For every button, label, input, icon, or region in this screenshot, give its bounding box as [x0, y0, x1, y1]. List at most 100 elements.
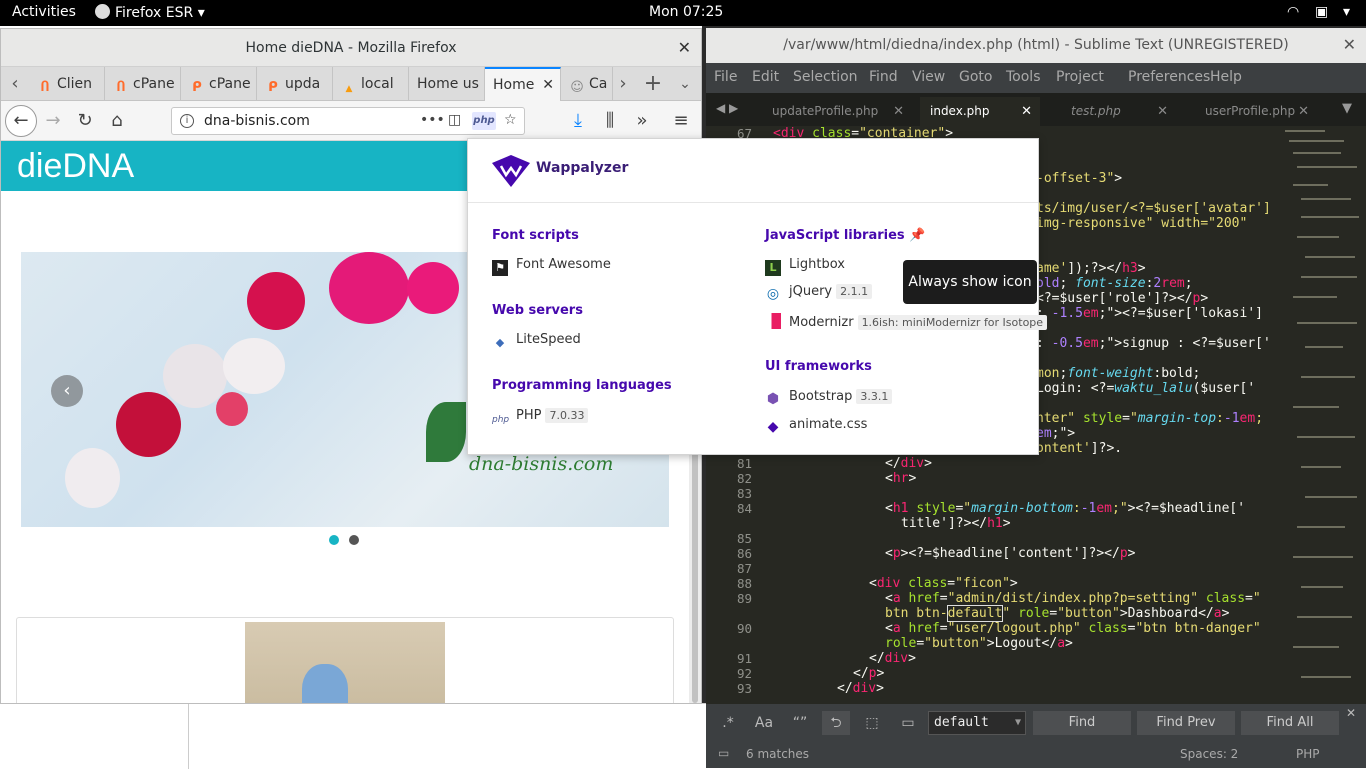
overflow-menu-icon[interactable]: »: [628, 107, 656, 135]
tab-home-active[interactable]: Home ✕: [485, 67, 561, 101]
activities-button[interactable]: Activities: [12, 4, 76, 20]
window-title: Home dieDNA - Mozilla Firefox: [245, 40, 457, 56]
close-tab-icon[interactable]: ✕: [1157, 97, 1168, 126]
tab-label: Home: [493, 77, 535, 93]
category-web-servers[interactable]: Web servers: [492, 303, 583, 318]
url-bar[interactable]: i dna-bisnis.com ••• ◫ php ☆: [171, 107, 525, 135]
menu-selection[interactable]: Selection: [793, 69, 858, 85]
new-tab-icon[interactable]: +: [641, 67, 665, 101]
tech-name: animate.css: [789, 417, 868, 432]
in-selection-toggle-icon[interactable]: ⬚: [858, 711, 886, 735]
minimap[interactable]: [1281, 126, 1361, 704]
close-tab-icon[interactable]: ✕: [1298, 97, 1309, 126]
wrap-toggle-icon[interactable]: ⮌: [822, 711, 850, 735]
tab-cpanel-2[interactable]: ᑭ cPane: [181, 67, 257, 101]
tab-update[interactable]: ᑭ upda: [257, 67, 333, 101]
page-actions-icon[interactable]: •••: [420, 112, 445, 128]
menu-edit[interactable]: Edit: [752, 69, 779, 85]
menu-tools[interactable]: Tools: [1006, 69, 1041, 85]
library-icon[interactable]: ⫼: [596, 107, 624, 135]
close-tab-icon[interactable]: ✕: [1021, 97, 1032, 126]
tab-localhost[interactable]: ▲ local: [333, 67, 409, 101]
bookmark-star-icon[interactable]: ☆: [504, 112, 517, 128]
tab-userprofile[interactable]: userProfile.php ✕: [1195, 97, 1317, 126]
jquery-icon: ◎: [766, 286, 780, 302]
menu-preferences[interactable]: Preferences: [1128, 69, 1210, 85]
wappalyzer-header: Wappalyzer: [468, 139, 1038, 203]
firefox-app-menu[interactable]: Firefox ESR ▾: [95, 4, 205, 21]
find-input[interactable]: default ▼: [928, 711, 1026, 735]
panel-toggle-icon[interactable]: ▭: [718, 746, 729, 760]
indentation-status[interactable]: Spaces: 2: [1180, 747, 1238, 761]
tab-index-active[interactable]: index.php ✕: [920, 97, 1040, 126]
case-sensitive-toggle-icon[interactable]: Aa: [750, 711, 778, 735]
list-all-tabs-icon[interactable]: ⌄: [673, 67, 697, 101]
site-info-icon[interactable]: i: [180, 114, 194, 128]
system-menu-chevron-icon[interactable]: ▾: [1343, 4, 1350, 20]
flower: [163, 344, 227, 408]
tech-modernizr[interactable]: Modernizr 1.6ish: miniModernizr for Isoto…: [765, 313, 1048, 330]
tab-nav-arrows-icon[interactable]: ◀ ▶: [716, 101, 738, 115]
menu-view[interactable]: View: [912, 69, 945, 85]
scroll-tabs-right-icon[interactable]: ›: [611, 67, 635, 101]
close-tab-icon[interactable]: ✕: [542, 69, 554, 101]
wappalyzer-php-icon[interactable]: php: [472, 112, 496, 130]
firefox-title-bar[interactable]: Home dieDNA - Mozilla Firefox ✕: [1, 29, 701, 67]
carousel-indicator-active[interactable]: [329, 535, 339, 545]
home-icon[interactable]: ⌂: [103, 107, 131, 135]
background-window: [0, 703, 706, 769]
pin-tooltip: Always show icon: [903, 260, 1037, 304]
tab-test[interactable]: test.php ✕: [1061, 97, 1176, 126]
tech-litespeed[interactable]: ◆ LiteSpeed: [492, 332, 581, 351]
forward-arrow-icon[interactable]: →: [39, 107, 67, 135]
site-logo[interactable]: dieDNA: [17, 147, 134, 186]
menu-goto[interactable]: Goto: [959, 69, 992, 85]
carousel-indicator[interactable]: [349, 535, 359, 545]
whole-word-toggle-icon[interactable]: “”: [786, 711, 814, 735]
category-ui-frameworks[interactable]: UI frameworks: [765, 359, 872, 374]
close-icon[interactable]: ✕: [678, 29, 691, 67]
tab-updateprofile[interactable]: updateProfile.php ✕: [762, 97, 912, 126]
find-prev-button[interactable]: Find Prev: [1137, 711, 1235, 735]
regex-toggle-icon[interactable]: .*: [716, 711, 740, 735]
back-arrow-icon[interactable]: ←: [5, 105, 37, 137]
reload-icon[interactable]: ↻: [71, 107, 99, 135]
syntax-status[interactable]: PHP: [1296, 747, 1320, 761]
scroll-tabs-left-icon[interactable]: ‹: [3, 67, 27, 101]
tab-home-user[interactable]: Home us: [409, 67, 485, 101]
wifi-icon[interactable]: ◠: [1287, 4, 1299, 20]
pin-icon[interactable]: 📌: [909, 228, 925, 243]
tech-bootstrap[interactable]: ⬢ Bootstrap 3.3.1: [765, 389, 893, 407]
close-icon[interactable]: ✕: [1343, 28, 1356, 62]
carousel-prev-icon[interactable]: ‹: [51, 375, 83, 407]
downloads-icon[interactable]: ⤓: [564, 107, 592, 135]
category-font-scripts[interactable]: Font scripts: [492, 228, 579, 243]
tab-dropdown-icon[interactable]: ▼: [1342, 101, 1352, 116]
tech-font-awesome[interactable]: ⚑ Font Awesome: [492, 257, 611, 276]
clock[interactable]: Mon 07:25: [649, 4, 723, 20]
tech-animate-css[interactable]: ◆ animate.css: [765, 417, 868, 435]
menu-project[interactable]: Project: [1056, 69, 1104, 85]
tab-cpanel-1[interactable]: ႶcPane: [105, 67, 181, 101]
close-tab-icon[interactable]: ✕: [893, 97, 904, 126]
hamburger-menu-icon[interactable]: ≡: [667, 107, 695, 135]
menu-help[interactable]: Help: [1210, 69, 1242, 85]
menu-file[interactable]: File: [714, 69, 737, 85]
find-input-value: default: [934, 715, 989, 730]
tech-jquery[interactable]: ◎ jQuery 2.1.1: [765, 284, 873, 302]
sublime-title-bar[interactable]: /var/www/html/diedna/index.php (html) - …: [706, 28, 1366, 63]
chevron-down-icon[interactable]: ▼: [1015, 712, 1021, 734]
tech-lightbox[interactable]: L Lightbox: [765, 257, 845, 276]
highlight-matches-toggle-icon[interactable]: ▭: [894, 711, 922, 735]
pocket-icon[interactable]: ◫: [448, 112, 461, 128]
menu-find[interactable]: Find: [869, 69, 898, 85]
tab-ca[interactable]: ☺ Ca: [561, 67, 613, 101]
category-javascript-libraries[interactable]: JavaScript libraries 📌: [765, 228, 925, 243]
tech-php[interactable]: php PHP 7.0.33: [492, 408, 589, 428]
tab-client[interactable]: Ⴖ Clien: [29, 67, 105, 101]
find-button[interactable]: Find: [1033, 711, 1131, 735]
battery-icon[interactable]: ▣: [1315, 4, 1328, 20]
close-find-icon[interactable]: ✕: [1346, 706, 1356, 720]
find-all-button[interactable]: Find All: [1241, 711, 1339, 735]
category-programming-languages[interactable]: Programming languages: [492, 378, 672, 393]
